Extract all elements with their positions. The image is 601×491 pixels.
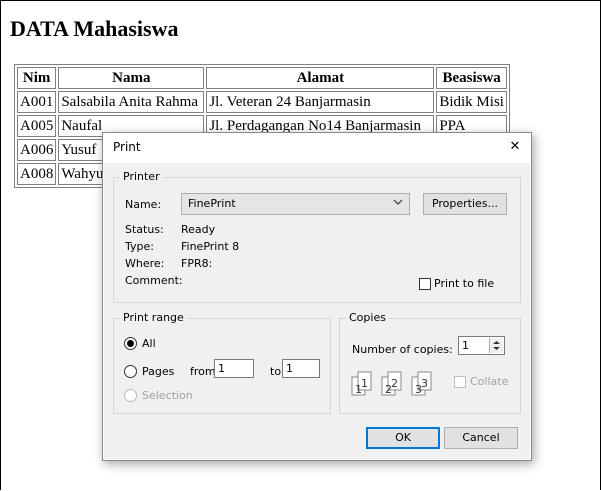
type-value: FinePrint 8: [181, 240, 240, 253]
status-value: Ready: [181, 223, 216, 236]
table-cell: A006: [17, 139, 57, 161]
comment-label: Comment:: [125, 274, 183, 287]
selection-label: Selection: [142, 389, 193, 402]
print-range-legend: Print range: [120, 311, 187, 324]
svg-text:1: 1: [361, 377, 368, 390]
table-cell: A008: [17, 163, 57, 185]
table-cell: Salsabila Anita Rahma: [58, 91, 205, 113]
properties-button[interactable]: Properties...: [423, 193, 507, 215]
copies-spinner[interactable]: [489, 338, 503, 353]
copies-group: Copies Number of copies: 1 1 1 2 2 3 3 C…: [339, 311, 521, 414]
status-label: Status:: [125, 223, 164, 236]
printer-name-value: FinePrint: [188, 197, 236, 210]
from-page-value: 1: [218, 362, 225, 375]
column-header-alamat: Alamat: [206, 67, 435, 89]
collate-label: Collate: [470, 375, 509, 388]
column-header-beasiswa: Beasiswa: [436, 67, 507, 89]
printer-name-select[interactable]: FinePrint: [181, 193, 410, 215]
to-page-input[interactable]: 1: [282, 359, 320, 378]
where-value: FPR8:: [181, 257, 213, 270]
svg-text:3: 3: [421, 377, 428, 390]
table-cell: A001: [17, 91, 57, 113]
svg-text:2: 2: [391, 377, 398, 390]
print-to-file-checkbox[interactable]: [419, 278, 431, 290]
copies-input[interactable]: 1: [458, 336, 505, 355]
table-cell: A005: [17, 115, 57, 137]
ok-button[interactable]: OK: [366, 427, 440, 449]
type-label: Type:: [125, 240, 154, 253]
number-of-copies-label: Number of copies:: [352, 343, 453, 356]
all-radio[interactable]: [124, 337, 137, 350]
from-page-input[interactable]: 1: [214, 359, 254, 378]
close-button[interactable]: ✕: [505, 136, 525, 156]
spin-arrows-icon: [493, 341, 500, 350]
table-cell: Jl. Veteran 24 Banjarmasin: [206, 91, 435, 113]
page-title: DATA Mahasiswa: [10, 16, 179, 41]
collate-checkbox[interactable]: [454, 376, 466, 388]
print-range-group: Print range All Pages from: 1 to: 1 Sele…: [113, 311, 331, 414]
name-label: Name:: [125, 198, 162, 211]
close-icon: ✕: [509, 138, 521, 154]
selection-radio[interactable]: [124, 389, 137, 402]
column-header-nim: Nim: [17, 67, 57, 89]
to-page-value: 1: [286, 362, 293, 375]
dialog-title: Print: [113, 140, 141, 154]
pages-label: Pages: [142, 365, 175, 378]
copies-value: 1: [462, 339, 469, 352]
copies-legend: Copies: [346, 311, 389, 324]
collate-pages-icon: 11 22 33: [351, 371, 432, 396]
dialog-body: Printer Name: FinePrint Properties... St…: [104, 163, 530, 459]
printer-legend: Printer: [120, 170, 163, 183]
pages-radio[interactable]: [124, 365, 137, 378]
all-label: All: [142, 337, 156, 350]
table-cell: Bidik Misi: [436, 91, 507, 113]
radio-selected-dot: [127, 340, 134, 347]
print-to-file-label: Print to file: [434, 277, 495, 290]
column-header-nama: Nama: [58, 67, 205, 89]
chevron-down-icon: [393, 197, 403, 211]
table-header-row: Nim Nama Alamat Beasiswa: [17, 67, 507, 89]
table-row: A001 Salsabila Anita Rahma Jl. Veteran 2…: [17, 91, 507, 113]
printer-group: Printer Name: FinePrint Properties... St…: [113, 170, 521, 303]
cancel-button[interactable]: Cancel: [444, 427, 518, 449]
print-dialog: Print ✕ Printer Name: FinePrint Properti…: [102, 132, 532, 461]
where-label: Where:: [125, 257, 165, 270]
